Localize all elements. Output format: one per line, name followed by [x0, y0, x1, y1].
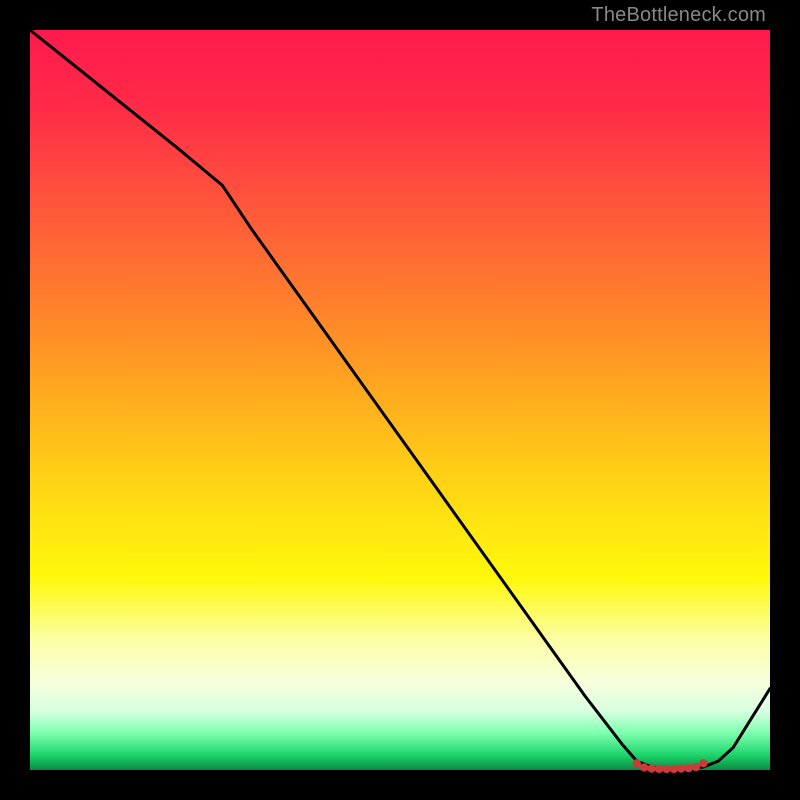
- optimal-marker: [647, 764, 655, 772]
- optimal-marker: [640, 763, 648, 771]
- optimal-marker: [699, 759, 707, 767]
- watermark-text: TheBottleneck.com: [591, 4, 766, 27]
- plot-area: [30, 30, 770, 770]
- chart-frame: TheBottleneck.com: [0, 0, 800, 800]
- optimal-marker: [655, 765, 663, 773]
- optimal-marker: [684, 764, 692, 772]
- optimal-marker: [662, 765, 670, 773]
- optimal-marker: [677, 764, 685, 772]
- optimal-marker: [633, 759, 641, 767]
- optimal-marker: [692, 763, 700, 771]
- optimal-marker: [670, 765, 678, 773]
- chart-svg: [30, 30, 770, 770]
- bottleneck-curve: [30, 30, 770, 769]
